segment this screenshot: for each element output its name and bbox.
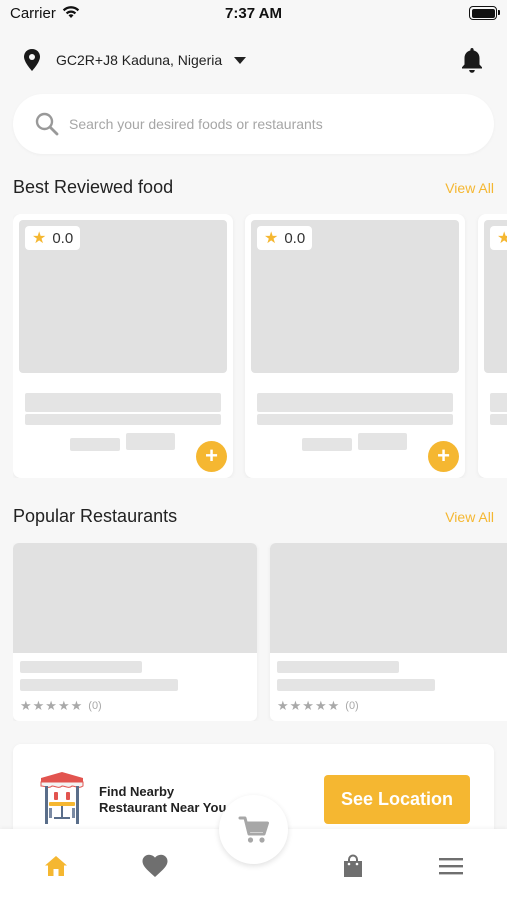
popular-restaurants-view-all-link[interactable]: View All [445,509,494,525]
battery-icon [469,6,500,20]
popular-restaurants-title: Popular Restaurants [13,506,178,526]
menu-icon[interactable] [438,853,464,879]
add-to-cart-button[interactable]: + [196,441,227,472]
title-placeholder [25,393,221,412]
name-placeholder [20,661,142,673]
star-rating-icons: ★★★★★ [277,698,341,713]
nearby-text-line1: Find Nearby [99,784,175,799]
see-location-button[interactable]: See Location [324,775,470,824]
address-placeholder [20,679,178,691]
price-placeholder [70,438,120,451]
clock: 7:37 AM [225,5,282,22]
location-selector[interactable]: GC2R+J8 Kaduna, Nigeria [22,46,247,74]
title-placeholder [490,393,507,412]
add-to-cart-button[interactable]: + [428,441,459,472]
restaurant-image-placeholder [13,543,257,653]
best-reviewed-title: Best Reviewed food [13,177,174,197]
subtitle-placeholder [490,414,507,425]
rating-value: 0.0 [284,229,306,247]
location-label: GC2R+J8 Kaduna, Nigeria [56,52,223,68]
food-card[interactable]: ★ [478,214,507,478]
caret-down-icon [234,56,247,64]
rating-badge: ★ 0.0 [257,226,313,250]
rating-badge: ★ 0.0 [25,226,81,250]
star-icon: ★ [264,230,279,247]
food-card[interactable]: ★ 0.0 + [245,214,465,478]
search-icon [35,112,59,136]
restaurant-card[interactable]: ★★★★★ (0) [13,543,257,721]
star-icon: ★ [497,230,507,247]
rating-value: 0.0 [52,229,74,247]
restaurant-table-icon [40,772,84,824]
subtitle-placeholder [25,414,221,425]
review-count: (0) [88,700,102,712]
heart-icon[interactable] [141,853,169,879]
restaurant-rating: ★★★★★ (0) [277,698,359,714]
price-placeholder [302,438,352,451]
cart-button[interactable] [219,795,288,864]
popular-restaurants-list[interactable]: ★★★★★ (0) ★★★★★ (0) [13,543,507,721]
address-placeholder [277,679,435,691]
subtitle-placeholder [257,414,453,425]
bell-icon[interactable] [459,46,485,74]
map-pin-icon [24,49,40,71]
cart-icon [238,816,269,843]
restaurant-card[interactable]: ★★★★★ (0) [270,543,507,721]
status-bar: Carrier 7:37 AM [0,0,507,28]
search-input[interactable] [69,116,469,132]
search-bar[interactable] [13,94,494,154]
restaurant-rating: ★★★★★ (0) [20,698,102,714]
bag-icon[interactable] [340,853,366,879]
best-reviewed-view-all-link[interactable]: View All [445,180,494,196]
nearby-text: Find Nearby Restaurant Near You [99,784,226,816]
star-icon: ★ [32,230,47,247]
name-placeholder [277,661,399,673]
nearby-text-line2: Restaurant Near You [99,800,227,815]
review-count: (0) [345,700,359,712]
best-reviewed-food-list[interactable]: ★ 0.0 + ★ 0.0 + ★ [13,214,507,478]
food-card[interactable]: ★ 0.0 + [13,214,233,478]
price-placeholder [358,433,407,450]
price-placeholder [126,433,175,450]
star-rating-icons: ★★★★★ [20,698,84,713]
restaurant-image-placeholder [270,543,507,653]
home-icon[interactable] [43,853,69,879]
rating-badge: ★ [490,226,507,250]
title-placeholder [257,393,453,412]
